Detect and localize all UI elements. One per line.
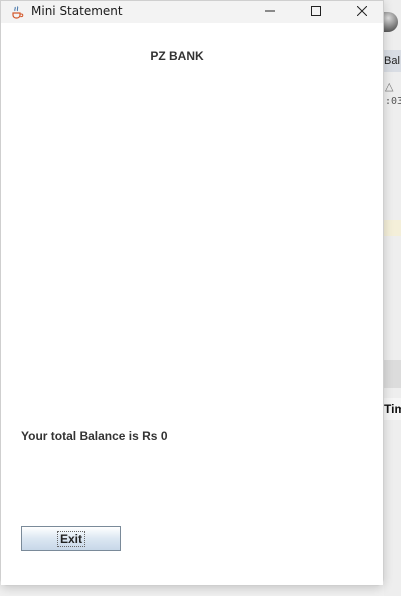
close-icon <box>357 6 367 16</box>
background-gray-bar <box>384 360 401 388</box>
background-balance-tab-label: Bal <box>384 55 400 67</box>
mini-statement-window: Mini Statement PZ BANK Your total Balanc… <box>0 0 384 586</box>
close-button[interactable] <box>339 1 385 23</box>
window-title: Mini Statement <box>31 4 123 18</box>
background-time-header: Tim <box>384 398 401 420</box>
title-bar[interactable]: Mini Statement <box>1 1 383 23</box>
window-content: PZ BANK Your total Balance is Rs 0 Exit <box>1 23 383 585</box>
java-coffee-icon <box>10 4 24 19</box>
exit-button-label: Exit <box>56 530 85 547</box>
bank-title: PZ BANK <box>150 49 204 63</box>
background-small-icon: △ <box>385 81 394 93</box>
exit-button[interactable]: Exit <box>21 526 121 551</box>
background-time-header-label: Tim <box>384 402 401 416</box>
background-small-text: :03 <box>385 96 401 107</box>
background-highlight-band <box>384 220 401 236</box>
maximize-button[interactable] <box>293 1 339 23</box>
minimize-icon <box>265 10 275 12</box>
background-balance-tab[interactable]: Bal <box>384 50 401 72</box>
maximize-icon <box>311 6 321 16</box>
minimize-button[interactable] <box>247 1 293 23</box>
balance-label: Your total Balance is Rs 0 <box>21 429 168 443</box>
